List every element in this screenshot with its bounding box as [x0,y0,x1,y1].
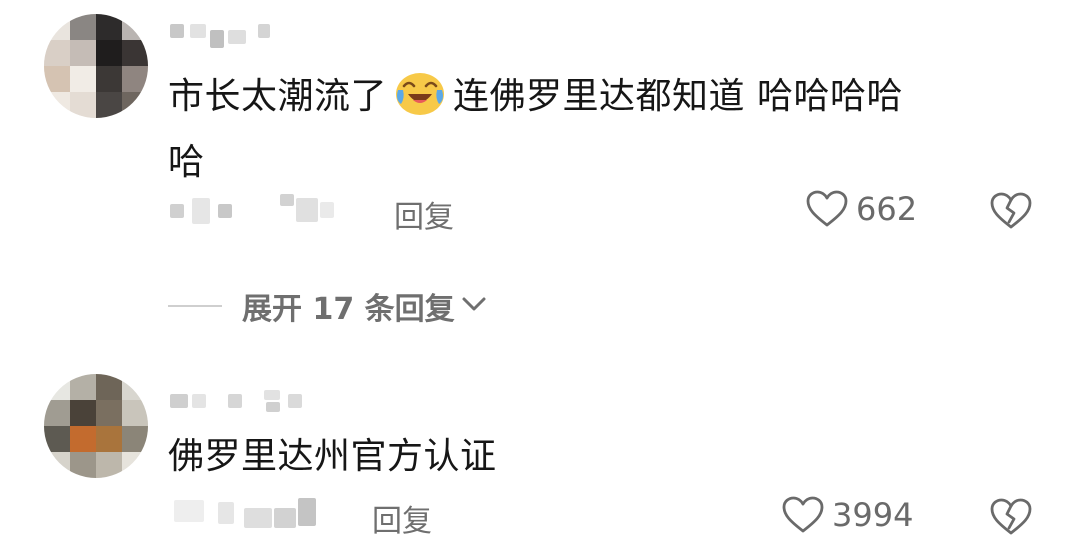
like-button[interactable]: 662 [806,190,917,228]
comment-text: 市长太潮流了 连佛罗里达都知道 哈哈哈哈哈 [168,68,903,192]
heart-outline-icon [806,190,848,228]
like-count: 662 [856,190,918,228]
like-button[interactable]: 3994 [782,496,913,534]
like-count: 3994 [832,496,914,534]
broken-heart-icon [990,192,1032,234]
laughing-crying-emoji-icon [395,70,445,134]
heart-outline-icon [782,496,824,534]
avatar[interactable] [44,374,148,478]
username-redacted[interactable] [170,20,290,50]
dislike-button[interactable] [990,192,1032,234]
comment-text: 佛罗里达州官方认证 [168,436,497,477]
expand-replies-button[interactable]: 展开 17 条回复 [168,284,487,328]
comment-text-part2: 连佛罗里达都知道 哈哈哈哈 [453,76,903,117]
dislike-button[interactable] [990,498,1032,540]
chevron-down-icon [455,295,487,317]
reply-button[interactable]: 回复 [372,496,432,540]
expand-divider [168,305,222,307]
comment-item: 佛罗里达州官方认证 回复 3994 [0,360,1080,560]
comment-list: 市长太潮流了 连佛罗里达都知道 哈哈哈哈哈 回复 662 展开 17 条回复 佛… [0,0,1080,560]
broken-heart-icon [990,498,1032,540]
comment-text-part1: 市长太潮流了 [168,76,388,117]
comment-text-line2: 哈 [168,142,205,183]
comment-item: 市长太潮流了 连佛罗里达都知道 哈哈哈哈哈 回复 662 [0,0,1080,260]
username-redacted[interactable] [170,390,320,420]
comment-meta-redacted [170,494,360,528]
reply-button[interactable]: 回复 [394,192,454,236]
avatar[interactable] [44,14,148,118]
expand-replies-label: 展开 17 条回复 [242,292,455,327]
comment-meta-redacted [170,192,360,226]
